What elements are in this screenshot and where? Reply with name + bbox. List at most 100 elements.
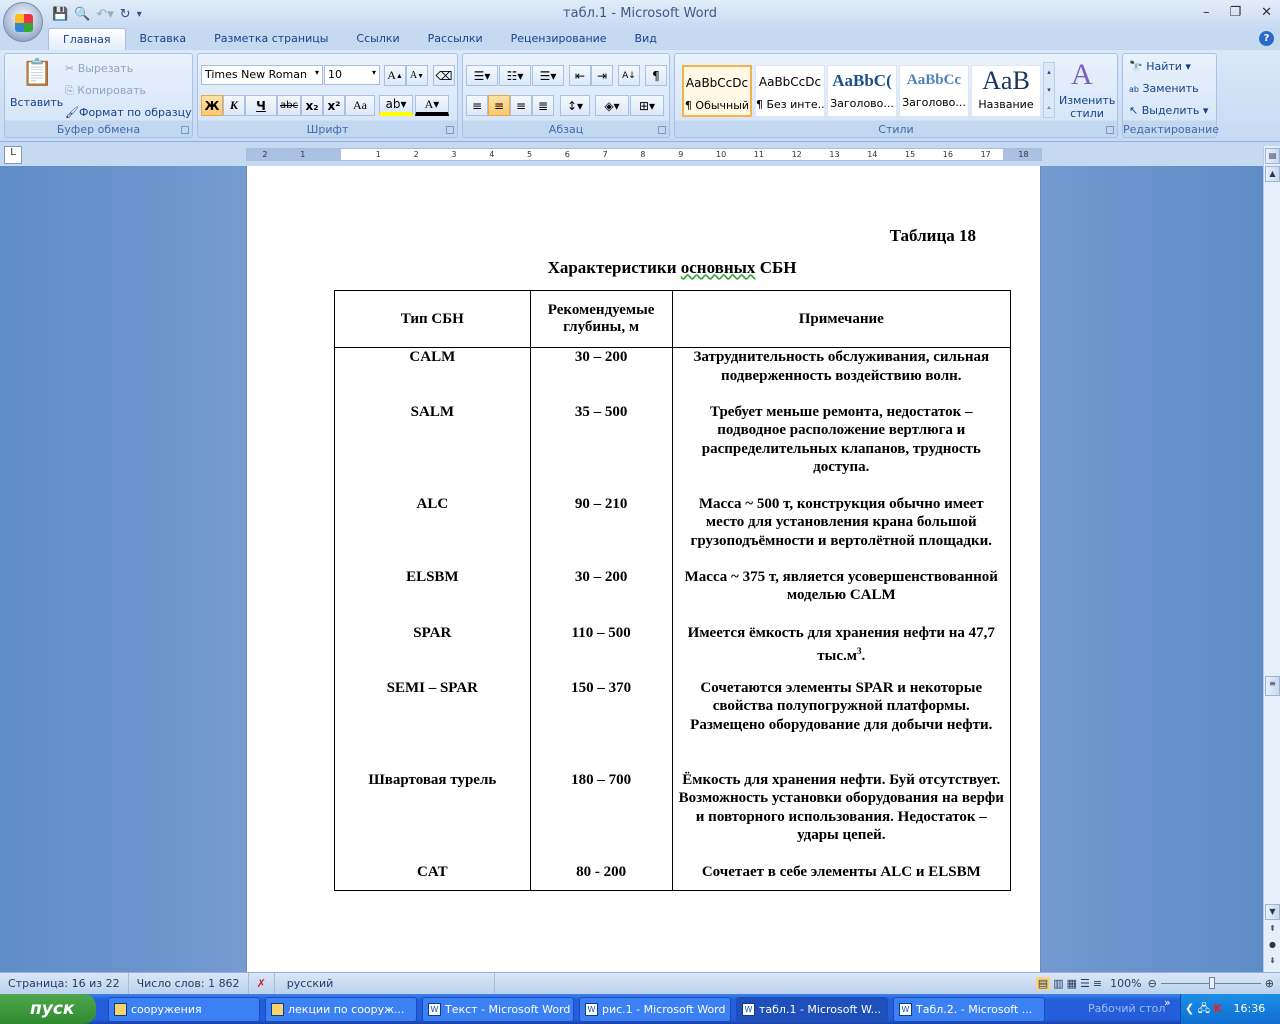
tab-home[interactable]: Главная [48, 28, 126, 50]
align-right-button[interactable]: ≡ [510, 95, 532, 116]
bold-button[interactable]: Ж [201, 95, 223, 116]
close-button[interactable]: ✕ [1261, 5, 1272, 20]
borders-button[interactable]: ⊞▾ [630, 95, 664, 116]
word-count[interactable]: Число слов: 1 862 [129, 972, 249, 995]
antivirus-icon[interactable]: K [1213, 1002, 1222, 1015]
taskbar-item-active[interactable]: Wтабл.1 - Microsoft W... [736, 997, 888, 1022]
grow-font-button[interactable]: A ▲ [384, 65, 406, 86]
align-left-button[interactable]: ≡ [466, 95, 488, 116]
dialog-launcher-icon[interactable] [1106, 126, 1114, 134]
find-button[interactable]: 🔭 Найти ▾ [1129, 60, 1191, 73]
tab-review[interactable]: Рецензирование [497, 28, 621, 50]
highlight-color-button[interactable]: ab▾ [379, 95, 413, 116]
scroll-up-button[interactable]: ▲ [1265, 166, 1280, 182]
cell-type: CAT [334, 862, 531, 891]
scroll-down-button[interactable]: ▼ [1265, 904, 1280, 920]
tab-page-layout[interactable]: Разметка страницы [200, 28, 342, 50]
strikethrough-button[interactable]: abc [277, 95, 301, 116]
justify-button[interactable]: ≣ [532, 95, 554, 116]
style-no-spacing[interactable]: AaBbCcDc ¶ Без инте... [755, 65, 825, 117]
prev-page-icon[interactable]: ⇞ [1265, 922, 1280, 938]
taskbar-item[interactable]: W Текст - Microsoft Word [422, 997, 574, 1022]
italic-button[interactable]: К [223, 95, 245, 116]
sort-button[interactable]: A↓ [618, 65, 640, 86]
draft-icon[interactable]: ≡ [1093, 977, 1102, 990]
change-case-button[interactable]: Aa [345, 95, 375, 116]
tab-view[interactable]: Вид [621, 28, 671, 50]
clock[interactable]: 16:36 [1234, 1002, 1266, 1015]
style-normal[interactable]: AaBbCcDc ¶ Обычный [682, 65, 752, 117]
font-color-button[interactable]: A▾ [415, 95, 449, 116]
increase-indent-button[interactable]: ⇥ [591, 65, 613, 86]
bullets-button[interactable]: ☰▾ [466, 65, 498, 86]
tab-mailings[interactable]: Рассылки [414, 28, 497, 50]
tray-arrow-icon[interactable]: ❮ [1185, 1002, 1194, 1015]
document-page[interactable]: Таблица 18 Характеристики основных СБН Т… [246, 166, 1041, 972]
zoom-slider[interactable] [1160, 977, 1261, 989]
desktop-toolbar[interactable]: Рабочий стол [1088, 1002, 1165, 1015]
toolbar-expand-icon[interactable]: » [1164, 996, 1171, 1009]
print-layout-icon[interactable]: ▤ [1035, 977, 1051, 990]
spelling-icon[interactable]: ✗ [249, 972, 275, 995]
page-count[interactable]: Страница: 16 из 22 [0, 972, 129, 995]
style-heading-1[interactable]: AaBbC(Заголово... [827, 65, 897, 117]
tab-references[interactable]: Ссылки [342, 28, 413, 50]
browse-object-icon[interactable]: ● [1265, 938, 1280, 954]
numbering-button[interactable]: ☷▾ [499, 65, 531, 86]
web-layout-icon[interactable]: ▦ [1067, 977, 1077, 990]
zoom-level[interactable]: 100% [1110, 977, 1141, 990]
network-icon[interactable]: 🖧 [1198, 1002, 1210, 1015]
font-name-select[interactable]: Times New Roman ▾ [201, 65, 323, 85]
copy-button[interactable]: ⎘ Копировать [65, 84, 146, 98]
show-marks-button[interactable]: ¶ [645, 65, 667, 86]
select-button[interactable]: ↖ Выделить ▾ [1129, 104, 1208, 117]
shading-button[interactable]: ◈▾ [595, 95, 629, 116]
line-spacing-button[interactable]: ↕▾ [560, 95, 590, 116]
tab-insert[interactable]: Вставка [126, 28, 201, 50]
font-size-select[interactable]: 10 ▾ [324, 65, 380, 85]
font-group-label: Шрифт [306, 123, 349, 136]
paste-button[interactable]: Вставить [10, 96, 63, 109]
clear-formatting-button[interactable]: ⌫ [433, 65, 455, 86]
full-screen-reading-icon[interactable]: ▥ [1053, 977, 1063, 990]
scroll-thumb[interactable]: ≡ [1265, 676, 1280, 696]
language[interactable]: русский [275, 972, 495, 995]
change-styles-button[interactable]: Изменить стили [1059, 94, 1115, 120]
format-painter-label: Формат по образцу [78, 106, 192, 119]
underline-button[interactable]: Ч [245, 95, 277, 116]
zoom-out-button[interactable]: ⊖ [1148, 977, 1157, 990]
multilevel-list-button[interactable]: ☰▾ [532, 65, 564, 86]
vertical-scrollbar[interactable]: ▤ ▲ ≡ ▼ ⇞ ● ⇟ [1263, 146, 1280, 972]
dialog-launcher-icon[interactable] [181, 126, 189, 134]
dialog-launcher-icon[interactable] [446, 126, 454, 134]
dialog-launcher-icon[interactable] [658, 126, 666, 134]
decrease-indent-button[interactable]: ⇤ [569, 65, 591, 86]
minimize-button[interactable]: – [1203, 5, 1210, 20]
help-icon[interactable]: ? [1259, 31, 1274, 46]
zoom-slider-thumb[interactable] [1208, 977, 1215, 989]
ruler-toggle-icon[interactable]: ▤ [1265, 148, 1280, 164]
style-heading-2[interactable]: AaBbCc Заголово... [899, 65, 969, 117]
taskbar-item[interactable]: сооружения [108, 997, 260, 1022]
superscript-button[interactable]: x² [323, 95, 345, 116]
outline-icon[interactable]: ☰ [1080, 977, 1090, 990]
shrink-font-button[interactable]: A ▼ [406, 65, 428, 86]
office-button[interactable] [3, 2, 43, 42]
zoom-in-button[interactable]: ⊕ [1265, 977, 1274, 990]
taskbar-item[interactable]: Wрис.1 - Microsoft Word [579, 997, 731, 1022]
subscript-button[interactable]: x₂ [301, 95, 323, 116]
restore-button[interactable]: ❐ [1229, 5, 1241, 20]
align-center-button[interactable]: ≡ [488, 95, 510, 116]
taskbar-item[interactable]: W Табл.2. - Microsoft ... [893, 997, 1045, 1022]
tab-selector[interactable]: L [4, 146, 22, 164]
taskbar-item[interactable]: лекции по сооруж... [265, 997, 417, 1022]
next-page-icon[interactable]: ⇟ [1265, 954, 1280, 970]
styles-scroll[interactable]: ▴ ▾ ⩡ [1043, 62, 1055, 118]
style-title[interactable]: AaB Название [971, 65, 1041, 117]
format-painter-button[interactable]: 🖌Формат по образцу [65, 106, 192, 119]
replace-button[interactable]: ab Заменить [1129, 82, 1199, 95]
cut-button[interactable]: ✂ Вырезать [65, 62, 133, 75]
start-button[interactable]: пуск [0, 994, 96, 1024]
paste-icon[interactable]: 📋 [21, 58, 53, 88]
horizontal-ruler[interactable]: 2 1 1 2 3 4 5 6 7 8 9 10 11 12 13 14 15 16 17 18 [246, 148, 1042, 161]
